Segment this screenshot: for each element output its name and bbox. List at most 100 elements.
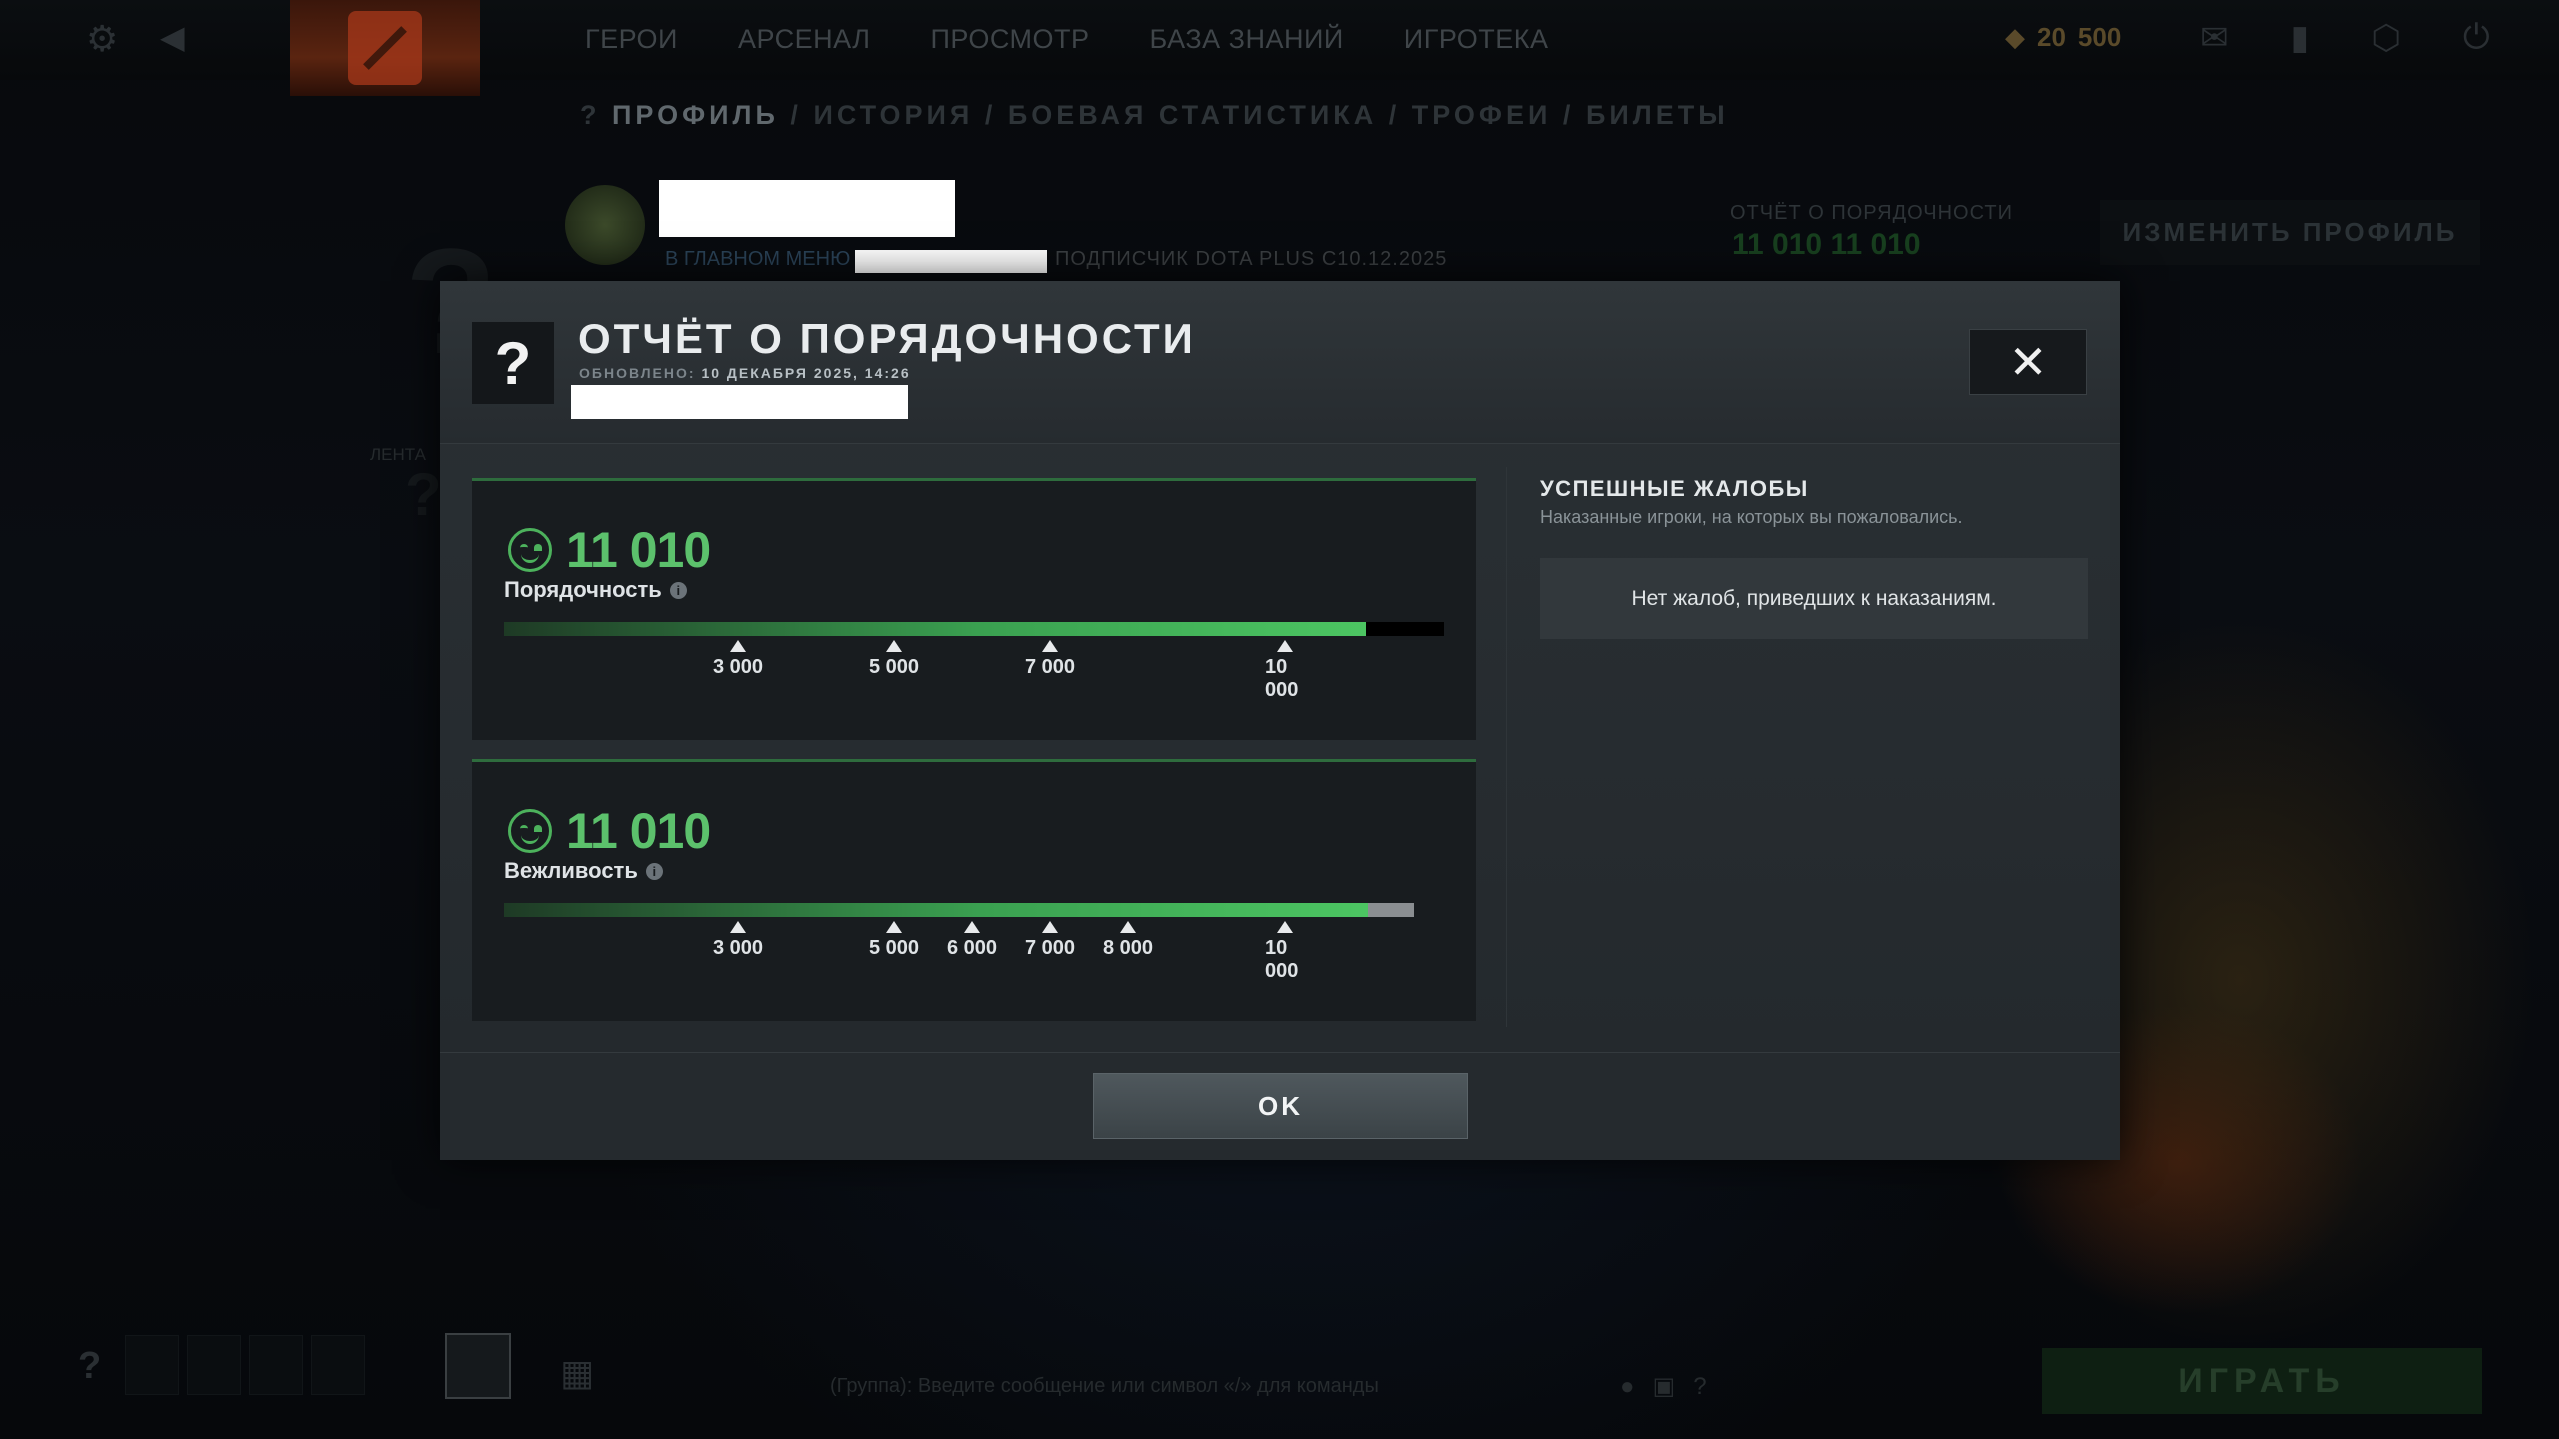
currency-2: 500 <box>2077 22 2122 52</box>
communication-bar <box>504 903 1414 917</box>
party-slot[interactable] <box>125 1335 179 1395</box>
nav-arcade[interactable]: ИГРОТЕКА <box>1404 24 1549 55</box>
party-icon[interactable]: ▦ <box>560 1352 594 1394</box>
subscription-since: С10.12.2025 <box>1321 248 1448 270</box>
conduct-summary-values: 11 010 11 010 <box>1732 228 1921 262</box>
smiley-icon <box>508 528 552 572</box>
communication-score-value: 11 010 <box>566 803 711 859</box>
nav-heroes[interactable]: ГЕРОИ <box>585 24 678 55</box>
profile-subnav: ? ПРОФИЛЬ / ИСТОРИЯ / БОЕВАЯ СТАТИСТИКА … <box>580 100 1729 130</box>
shard-icon: ◆ <box>2005 22 2025 52</box>
tick-label: 3 000 <box>712 937 764 959</box>
tick-label: 3 000 <box>712 656 764 678</box>
conduct-report-modal: ? ОТЧЁТ О ПОРЯДОЧНОСТИ ОБНОВЛЕНО: 10 ДЕК… <box>440 281 2120 1160</box>
complaints-title: УСПЕШНЫЕ ЖАЛОБЫ <box>1540 476 1809 501</box>
behavior-bar <box>504 622 1444 636</box>
tick-label: 10 000 <box>1265 656 1299 701</box>
info-icon[interactable]: i <box>669 581 687 599</box>
party-slot[interactable] <box>187 1335 241 1395</box>
conduct-summary-label[interactable]: ОТЧЁТ О ПОРЯДОЧНОСТИ <box>1730 202 2013 225</box>
ok-button[interactable]: OK <box>1093 1073 1468 1139</box>
edit-profile-button[interactable]: ИЗМЕНИТЬ ПРОФИЛЬ <box>2100 200 2480 265</box>
communication-label-text: Вежливость <box>504 858 638 883</box>
emoticon-icon[interactable]: ● <box>1620 1373 1653 1400</box>
behavior-tick: 10 000 <box>1265 640 1298 701</box>
complaints-subtitle: Наказанные игроки, на которых вы пожалов… <box>1540 507 1963 527</box>
tab-tickets[interactable]: БИЛЕТЫ <box>1586 100 1729 130</box>
communication-tick: 3 000 <box>713 921 763 959</box>
tick-label: 6 000 <box>946 937 998 959</box>
redacted-status <box>855 250 1047 273</box>
tab-profile[interactable]: ПРОФИЛЬ <box>612 100 779 130</box>
behavior-label: Порядочность i <box>504 577 687 603</box>
chat-help-icon[interactable]: ? <box>1693 1373 1724 1400</box>
party-slots <box>125 1335 365 1395</box>
behavior-card: 11 010 Порядочность i 3 000 5 000 7 000 … <box>472 478 1476 740</box>
column-divider <box>1506 467 1507 1027</box>
mail-icon[interactable]: ✉ <box>2200 18 2229 58</box>
dota-logo-button[interactable] <box>290 0 480 96</box>
communication-tick: 5 000 <box>869 921 919 959</box>
behavior-tick: 3 000 <box>713 640 763 678</box>
top-bar: ⚙ ◀ ГЕРОИ АРСЕНАЛ ПРОСМОТР БАЗА ЗНАНИЙ И… <box>0 0 2559 96</box>
tick-label: 10 000 <box>1265 937 1299 982</box>
behavior-tick: 5 000 <box>869 640 919 678</box>
avatar-slot[interactable] <box>445 1333 511 1399</box>
rank-medal <box>560 175 650 275</box>
tab-trophies[interactable]: ТРОФЕИ <box>1412 100 1552 130</box>
redacted-player <box>571 385 908 419</box>
info-icon[interactable]: i <box>645 862 663 880</box>
help-button[interactable]: ? <box>78 1345 101 1388</box>
communication-tick: 8 000 <box>1103 921 1153 959</box>
chat-icons: ●▣? <box>1620 1372 1725 1401</box>
currency-display: ◆ 20 500 <box>2005 22 2121 53</box>
party-slot[interactable] <box>311 1335 365 1395</box>
updated-label: ОБНОВЛЕНО: <box>579 365 696 381</box>
tick-label: 7 000 <box>1024 937 1076 959</box>
feed-placeholder-icon: ? <box>405 461 442 528</box>
main-nav: ГЕРОИ АРСЕНАЛ ПРОСМОТР БАЗА ЗНАНИЙ ИГРОТ… <box>585 24 1608 55</box>
communication-score: 11 010 <box>508 802 711 860</box>
power-icon[interactable]: ⏻ <box>2463 18 2490 58</box>
chat-input[interactable]: (Группа): Введите сообщение или символ «… <box>830 1375 1379 1398</box>
behavior-bar-fill <box>504 622 1366 636</box>
updated-value: 10 ДЕКАБРЯ 2025, 14:26 <box>701 365 911 381</box>
communication-bar-fill <box>504 903 1368 917</box>
nav-learn[interactable]: БАЗА ЗНАНИЙ <box>1150 24 1344 55</box>
close-button[interactable]: ✕ <box>1969 329 2087 395</box>
inventory-icon[interactable]: ▮ <box>2291 18 2310 58</box>
tick-label: 5 000 <box>868 656 920 678</box>
dota-logo-icon <box>348 11 422 85</box>
question-icon: ? <box>472 322 554 404</box>
plus-shield-icon[interactable]: ⬡ <box>2371 18 2401 58</box>
modal-title: ОТЧЁТ О ПОРЯДОЧНОСТИ <box>578 315 1196 362</box>
back-arrow-icon[interactable]: ◀ <box>160 18 185 56</box>
party-slot[interactable] <box>249 1335 303 1395</box>
nav-armory[interactable]: АРСЕНАЛ <box>738 24 871 55</box>
conduct-value-1: 11 010 <box>1732 228 1823 261</box>
currency-1: 20 <box>2037 22 2066 52</box>
profile-status: В ГЛАВНОМ МЕНЮ <box>665 248 851 270</box>
tick-label: 5 000 <box>868 937 920 959</box>
tab-history[interactable]: ИСТОРИЯ <box>813 100 973 130</box>
subnav-help[interactable]: ? <box>580 100 601 130</box>
tab-stats[interactable]: БОЕВАЯ СТАТИСТИКА <box>1008 100 1377 130</box>
behavior-tick: 7 000 <box>1025 640 1075 678</box>
nav-watch[interactable]: ПРОСМОТР <box>931 24 1090 55</box>
communication-card: 11 010 Вежливость i 3 000 5 000 6 000 7 … <box>472 759 1476 1021</box>
behavior-label-text: Порядочность <box>504 577 662 602</box>
subscription-info: ПОДПИСЧИК DOTA PLUS С10.12.2025 <box>1055 248 1447 271</box>
modal-header: ? ОТЧЁТ О ПОРЯДОЧНОСТИ ОБНОВЛЕНО: 10 ДЕК… <box>440 281 2120 444</box>
communication-label: Вежливость i <box>504 858 663 884</box>
communication-tick: 6 000 <box>947 921 997 959</box>
subscription-label: ПОДПИСЧИК DOTA PLUS <box>1055 248 1316 270</box>
tick-label: 7 000 <box>1024 656 1076 678</box>
top-icons: ✉ ▮ ⬡ ⏻ <box>2200 18 2490 58</box>
play-button[interactable]: ИГРАТЬ <box>2042 1348 2482 1414</box>
smiley-icon <box>508 809 552 853</box>
voice-icon[interactable]: ▣ <box>1653 1373 1694 1400</box>
behavior-score: 11 010 <box>508 521 711 579</box>
settings-gear-icon[interactable]: ⚙ <box>86 18 118 60</box>
behavior-score-value: 11 010 <box>566 522 711 578</box>
complaints-empty: Нет жалоб, приведших к наказаниям. <box>1540 558 2088 639</box>
